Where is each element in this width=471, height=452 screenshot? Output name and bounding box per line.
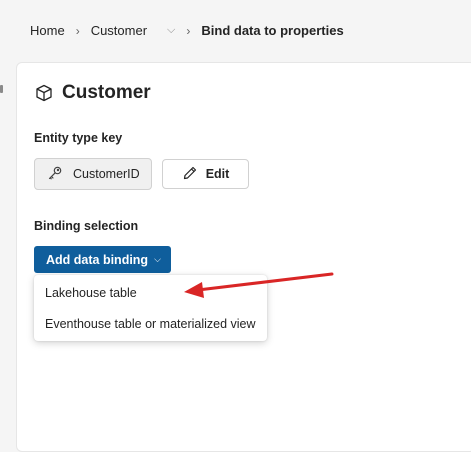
cube-icon — [34, 83, 54, 103]
chevron-down-icon[interactable]: ⌵ — [167, 24, 175, 37]
top-bar: Home › Customer ⌵ › Bind data to propert… — [0, 0, 471, 62]
breadcrumb-home[interactable]: Home — [30, 23, 65, 38]
menu-item-eventhouse-table[interactable]: Eventhouse table or materialized view — [34, 309, 267, 339]
chevron-down-icon: ⌵ — [154, 254, 161, 264]
entity-key-chip: CustomerID — [34, 158, 152, 190]
red-arrow-annotation — [184, 272, 334, 298]
page-title: Customer — [62, 82, 151, 103]
entity-type-key-label: Entity type key — [34, 131, 123, 145]
pencil-icon — [182, 165, 198, 184]
breadcrumb-current: Bind data to properties — [201, 23, 344, 38]
breadcrumb: Home › Customer ⌵ › Bind data to propert… — [30, 23, 344, 38]
add-data-binding-label: Add data binding — [46, 252, 149, 267]
key-icon — [47, 165, 63, 184]
edit-button-label: Edit — [205, 167, 230, 181]
breadcrumb-customer[interactable]: Customer — [91, 23, 147, 38]
side-panel-edge — [0, 85, 3, 93]
edit-key-button[interactable]: Edit — [162, 159, 249, 189]
chevron-right-icon: › — [75, 23, 80, 38]
add-data-binding-button[interactable]: Add data binding ⌵ — [34, 246, 171, 273]
chevron-right-icon: › — [186, 23, 191, 38]
binding-selection-label: Binding selection — [34, 219, 139, 233]
entity-key-value: CustomerID — [73, 167, 140, 181]
title-row: Customer — [34, 82, 151, 104]
